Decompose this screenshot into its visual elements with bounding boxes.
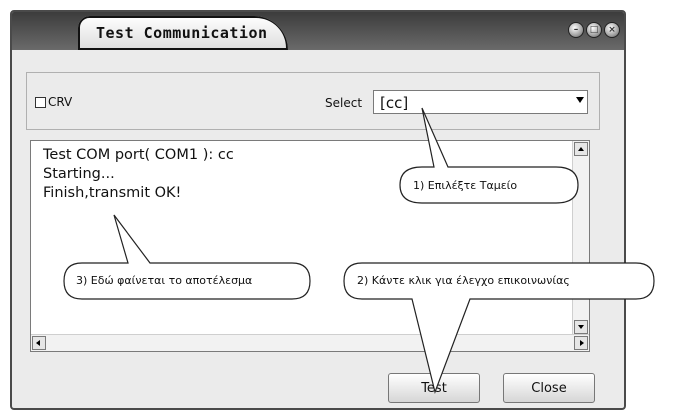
output-line: Finish,transmit OK!: [43, 185, 182, 201]
scroll-right-button[interactable]: [574, 336, 588, 350]
chevron-down-icon[interactable]: [576, 97, 584, 103]
output-line: Test COM port( COM1 ): cc: [43, 147, 234, 163]
scroll-left-button[interactable]: [32, 336, 46, 350]
maximize-icon[interactable]: □: [586, 22, 602, 38]
output-text: Test COM port( COM1 ): cc Starting... Fi…: [43, 146, 234, 203]
test-button[interactable]: Test: [388, 373, 480, 403]
cashbox-select[interactable]: [cc]: [373, 90, 588, 114]
crv-label: CRV: [48, 95, 73, 109]
scroll-up-button[interactable]: [574, 142, 588, 156]
window-title: Test Communication: [96, 24, 268, 42]
vertical-scrollbar[interactable]: [572, 141, 589, 335]
output-line: Starting...: [43, 166, 115, 182]
select-value: [cc]: [380, 94, 409, 112]
horizontal-scrollbar[interactable]: [31, 334, 589, 351]
title-bar[interactable]: Test Communication – □ ×: [12, 12, 624, 50]
callout-text-test: 2) Κάντε κλικ για έλεγχο επικοινωνίας: [357, 274, 570, 287]
callout-text-select: 1) Επιλέξτε Ταμείο: [413, 179, 518, 192]
callout-text-result: 3) Εδώ φαίνεται το αποτέλεσμα: [76, 274, 253, 287]
output-textarea[interactable]: Test COM port( COM1 ): cc Starting... Fi…: [30, 140, 590, 352]
arrow-up-icon: [578, 147, 584, 151]
crv-checkbox[interactable]: CRV: [35, 95, 72, 109]
scroll-down-button[interactable]: [574, 320, 588, 334]
crv-checkbox-box[interactable]: [35, 96, 46, 108]
minimize-icon[interactable]: –: [568, 22, 584, 38]
arrow-left-icon: [36, 340, 40, 346]
close-icon[interactable]: ×: [604, 22, 620, 38]
select-label: Select: [325, 96, 363, 110]
close-button[interactable]: Close: [503, 373, 595, 403]
arrow-right-icon: [580, 340, 584, 346]
arrow-down-icon: [578, 325, 584, 329]
